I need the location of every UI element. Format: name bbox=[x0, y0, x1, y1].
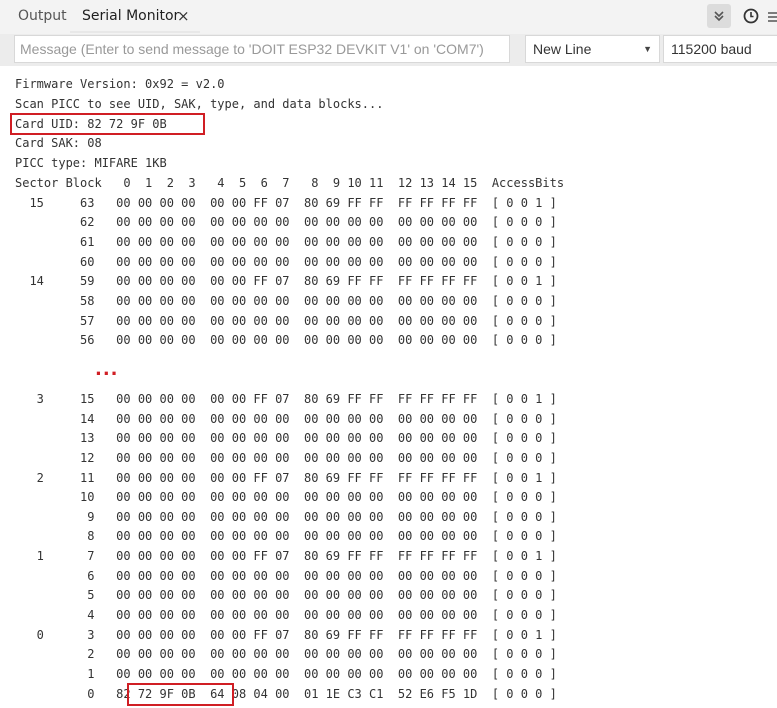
dump-row: 10 00 00 00 00 00 00 00 00 00 00 00 00 0… bbox=[15, 490, 557, 504]
close-tab-icon[interactable]: × bbox=[177, 0, 190, 34]
more-menu-button[interactable] bbox=[766, 5, 777, 27]
double-chevron-down-icon bbox=[714, 11, 724, 22]
output-line-card-sak: Card SAK: 08 bbox=[15, 136, 102, 150]
output-line-picc-type: PICC type: MIFARE 1KB bbox=[15, 156, 167, 170]
output-line-dump-header: Sector Block 0 1 2 3 4 5 6 7 8 9 10 11 1… bbox=[15, 176, 565, 190]
dump-row: 2 11 00 00 00 00 00 00 FF 07 80 69 FF FF… bbox=[15, 471, 557, 485]
active-tab-indicator bbox=[70, 31, 200, 33]
card-uid-highlight bbox=[10, 113, 205, 135]
dump-row: 1 7 00 00 00 00 00 00 FF 07 80 69 FF FF … bbox=[15, 549, 557, 563]
dump-row: 2 00 00 00 00 00 00 00 00 00 00 00 00 00… bbox=[15, 647, 557, 661]
uid-bytes-highlight bbox=[127, 683, 234, 706]
dump-row: 3 15 00 00 00 00 00 00 FF 07 80 69 FF FF… bbox=[15, 392, 557, 406]
tab-serial-monitor[interactable]: Serial Monitor bbox=[82, 0, 179, 34]
tab-output[interactable]: Output bbox=[18, 0, 67, 34]
dump-row: 57 00 00 00 00 00 00 00 00 00 00 00 00 0… bbox=[15, 314, 557, 328]
dump-row: 60 00 00 00 00 00 00 00 00 00 00 00 00 0… bbox=[15, 255, 557, 269]
serial-output: Firmware Version: 0x92 = v2.0 Scan PICC … bbox=[0, 66, 777, 708]
timestamp-button[interactable] bbox=[740, 5, 762, 27]
line-ending-select[interactable]: New Line ▼ bbox=[525, 35, 660, 63]
dump-row: 1 00 00 00 00 00 00 00 00 00 00 00 00 00… bbox=[15, 667, 557, 681]
autoscroll-button[interactable] bbox=[707, 4, 731, 28]
ellipsis-marker: ... bbox=[95, 359, 119, 380]
menu-icon bbox=[768, 11, 777, 22]
baud-rate-select[interactable]: 115200 baud bbox=[663, 35, 777, 63]
chevron-down-icon: ▼ bbox=[643, 44, 652, 54]
dump-row: 5 00 00 00 00 00 00 00 00 00 00 00 00 00… bbox=[15, 588, 557, 602]
dump-row: 58 00 00 00 00 00 00 00 00 00 00 00 00 0… bbox=[15, 294, 557, 308]
dump-row: 0 3 00 00 00 00 00 00 FF 07 80 69 FF FF … bbox=[15, 628, 557, 642]
dump-row: 8 00 00 00 00 00 00 00 00 00 00 00 00 00… bbox=[15, 529, 557, 543]
dump-row: 4 00 00 00 00 00 00 00 00 00 00 00 00 00… bbox=[15, 608, 557, 622]
dump-row: 61 00 00 00 00 00 00 00 00 00 00 00 00 0… bbox=[15, 235, 557, 249]
dump-row: 6 00 00 00 00 00 00 00 00 00 00 00 00 00… bbox=[15, 569, 557, 583]
message-input[interactable]: Message (Enter to send message to 'DOIT … bbox=[14, 35, 510, 63]
baud-rate-value: 115200 baud bbox=[671, 41, 752, 57]
dump-row: 56 00 00 00 00 00 00 00 00 00 00 00 00 0… bbox=[15, 333, 557, 347]
output-line-firmware: Firmware Version: 0x92 = v2.0 bbox=[15, 77, 225, 91]
dump-row: 12 00 00 00 00 00 00 00 00 00 00 00 00 0… bbox=[15, 451, 557, 465]
clock-icon bbox=[743, 8, 759, 24]
dump-row: 9 00 00 00 00 00 00 00 00 00 00 00 00 00… bbox=[15, 510, 557, 524]
dump-row: 14 59 00 00 00 00 00 00 FF 07 80 69 FF F… bbox=[15, 274, 557, 288]
dump-row: 0 82 72 9F 0B 64 08 04 00 01 1E C3 C1 52… bbox=[15, 687, 557, 701]
line-ending-value: New Line bbox=[533, 41, 592, 57]
dump-row: 14 00 00 00 00 00 00 00 00 00 00 00 00 0… bbox=[15, 412, 557, 426]
output-line-scan: Scan PICC to see UID, SAK, type, and dat… bbox=[15, 97, 384, 111]
dump-row: 13 00 00 00 00 00 00 00 00 00 00 00 00 0… bbox=[15, 431, 557, 445]
dump-row: 15 63 00 00 00 00 00 00 FF 07 80 69 FF F… bbox=[15, 196, 557, 210]
dump-row: 62 00 00 00 00 00 00 00 00 00 00 00 00 0… bbox=[15, 215, 557, 229]
tab-bar: Output Serial Monitor × bbox=[0, 0, 777, 34]
